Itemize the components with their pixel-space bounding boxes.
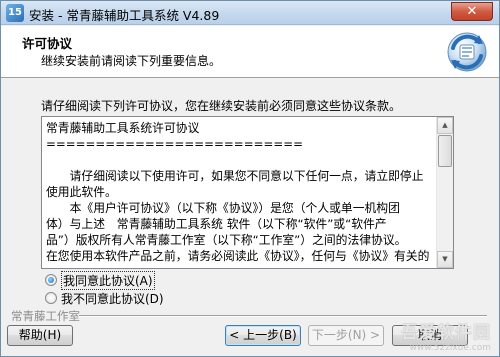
license-line: 品”）版权所有人常青藤工作室（以下称“工作室”）之间的法律协议。	[46, 233, 407, 247]
license-text-box[interactable]: 常青藤辅助工具系统许可协议 ==========================…	[41, 116, 454, 269]
accept-label[interactable]: 我同意此协议(A)	[61, 270, 155, 290]
license-line: 使用此软件。	[46, 185, 117, 199]
brand-label: 常青藤工作室	[11, 309, 80, 323]
license-line: 常青藤辅助工具系统许可协议	[46, 121, 200, 135]
accept-option[interactable]: 我同意此协议(A)	[45, 270, 155, 290]
next-button[interactable]: 下一步(N) >	[308, 325, 384, 346]
decline-label[interactable]: 我不同意此协议(D)	[61, 290, 164, 307]
app-icon: 15	[6, 4, 24, 22]
decline-radio[interactable]	[45, 292, 57, 304]
scroll-thumb[interactable]	[438, 135, 452, 167]
site-watermark: 吾爱软件园 www.52zixue.com	[401, 318, 491, 353]
license-line	[46, 152, 435, 168]
installer-globe-icon	[447, 32, 487, 72]
vertical-scrollbar[interactable]: ▲ ▼	[436, 117, 453, 268]
installer-window: 15 安装 - 常青藤辅助工具系统 V4.89 ✕ 许可协议 继续安装前请阅读下…	[0, 0, 500, 357]
close-button[interactable]: ✕	[451, 2, 493, 21]
license-line: 请仔细阅读以下使用许可，如果您不同意以下任何一点，请立即停止	[46, 169, 424, 183]
back-button[interactable]: < 上一步(B)	[225, 325, 301, 346]
footer-divider	[79, 315, 487, 317]
help-button[interactable]: 帮助(H)	[7, 325, 73, 346]
scroll-up-button[interactable]: ▲	[437, 117, 453, 134]
watermark-text: 吾爱软件园	[401, 323, 491, 343]
license-line: 在您使用本软件产品之前，请务必阅读此《协议》，任何与《协议》有关的	[46, 249, 430, 263]
page-subtitle: 继续安装前请阅读下列重要信息。	[41, 54, 222, 68]
window-title: 安装 - 常青藤辅助工具系统 V4.89	[29, 8, 220, 23]
watermark-url: www.52zixue.com	[409, 343, 491, 353]
license-line: 本《用户许可协议》（以下称《协议》）是您（个人或单一机构团	[46, 201, 400, 215]
chevron-down-icon: ▼	[442, 255, 448, 263]
chevron-up-icon: ▲	[442, 121, 448, 129]
page-title: 许可协议	[22, 36, 73, 51]
close-icon: ✕	[466, 4, 478, 19]
accept-radio[interactable]	[45, 274, 57, 286]
wizard-header: 许可协议 继续安装前请阅读下列重要信息。	[1, 26, 499, 78]
decline-option[interactable]: 我不同意此协议(D)	[45, 290, 164, 307]
license-line: ==========================	[46, 137, 303, 151]
license-line: 体）与上述 常青藤辅助工具系统 软件（以下称“软件”或“软件产	[46, 217, 387, 231]
license-text: 常青藤辅助工具系统许可协议 ==========================…	[46, 120, 435, 264]
title-bar[interactable]: 15 安装 - 常青藤辅助工具系统 V4.89 ✕	[1, 1, 499, 25]
license-instructions: 请仔细阅读下列许可协议，您在继续安装前必须同意这些协议条款。	[41, 99, 402, 113]
scroll-down-button[interactable]: ▼	[437, 251, 453, 268]
